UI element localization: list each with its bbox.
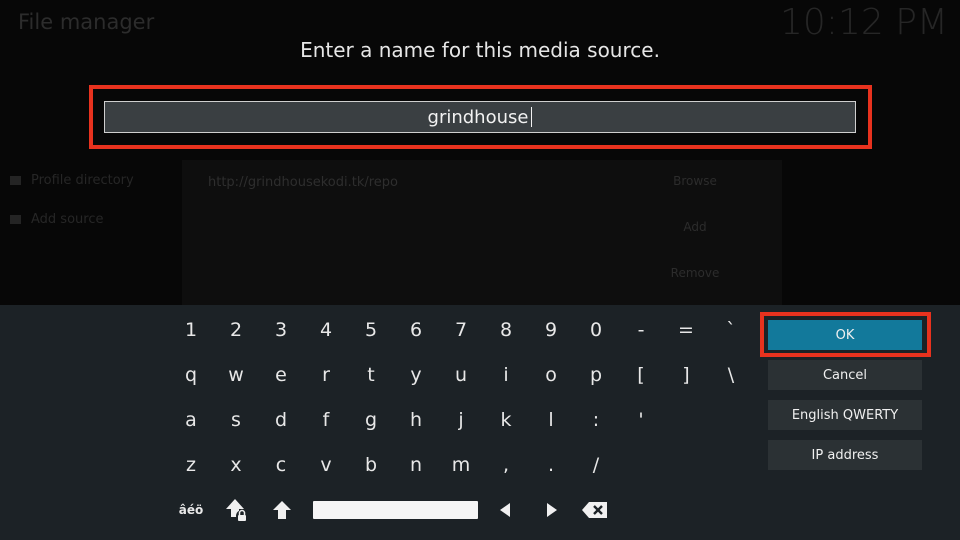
ip-address-button[interactable]: IP address [768, 440, 922, 470]
keyboard-key[interactable]: 4 [306, 310, 346, 350]
keyboard-key[interactable]: 8 [486, 310, 526, 350]
keyboard-key[interactable]: [ [621, 355, 661, 395]
keyboard-key[interactable]: t [351, 355, 391, 395]
shift-key[interactable] [262, 490, 302, 530]
keyboard-key[interactable]: \ [711, 355, 751, 395]
backspace-key[interactable] [575, 490, 615, 530]
keyboard-key[interactable]: 1 [171, 310, 211, 350]
keyboard-key[interactable]: r [306, 355, 346, 395]
keyboard-key[interactable]: 5 [351, 310, 391, 350]
keyboard-key[interactable]: y [396, 355, 436, 395]
background-clock: 10:12 PM [780, 2, 948, 43]
keyboard-key[interactable]: u [441, 355, 481, 395]
caps-lock-key[interactable] [217, 490, 257, 530]
triangle-right-icon [547, 503, 557, 517]
keyboard-key[interactable]: d [261, 400, 301, 440]
input-text: grindhouse [427, 106, 529, 128]
backspace-icon [582, 502, 607, 518]
background-window-title: File manager [18, 10, 155, 34]
symbols-label: âéö [178, 503, 204, 517]
keyboard-key[interactable]: 3 [261, 310, 301, 350]
keyboard-key[interactable]: a [171, 400, 211, 440]
folder-icon [10, 215, 21, 224]
cursor-left-key[interactable] [485, 490, 525, 530]
keyboard-key[interactable]: 0 [576, 310, 616, 350]
keyboard-key[interactable]: c [261, 445, 301, 485]
keyboard-key[interactable]: / [576, 445, 616, 485]
keyboard-key[interactable]: = [666, 310, 706, 350]
cancel-button[interactable]: Cancel [768, 360, 922, 390]
keyboard-key[interactable]: ] [666, 355, 706, 395]
keyboard-key[interactable]: j [441, 400, 481, 440]
keyboard-key[interactable]: p [576, 355, 616, 395]
keyboard-key[interactable]: f [306, 400, 346, 440]
text-caret [531, 107, 533, 127]
keyboard-key[interactable]: x [216, 445, 256, 485]
keyboard-key[interactable]: 6 [396, 310, 436, 350]
keyboard-key[interactable]: o [531, 355, 571, 395]
keyboard-key[interactable]: , [486, 445, 526, 485]
keyboard-key[interactable]: 9 [531, 310, 571, 350]
keyboard-key[interactable]: ' [621, 400, 661, 440]
keyboard-key[interactable]: q [171, 355, 211, 395]
space-bar-key[interactable] [313, 501, 478, 519]
background-sidebar-label: Profile directory [31, 173, 134, 188]
shift-arrow-icon [273, 501, 291, 519]
keyboard-key[interactable]: ` [711, 310, 751, 350]
background-source-url: http://grindhousekodi.tk/repo [208, 175, 399, 190]
symbols-key[interactable]: âéö [171, 490, 211, 530]
background-browse-button: Browse [673, 174, 717, 188]
kodi-screen: File manager 10:12 PM Profile directory … [0, 0, 960, 540]
dialog-heading: Enter a name for this media source. [300, 38, 660, 62]
background-sidebar-label: Add source [31, 212, 104, 227]
ok-highlight-box [760, 312, 931, 357]
keyboard-layout-button[interactable]: English QWERTY [768, 400, 922, 430]
keyboard-key[interactable]: . [531, 445, 571, 485]
background-sidebar-item-add-source: Add source [10, 212, 103, 227]
folder-icon [10, 176, 21, 185]
background-sidebar-item-profile: Profile directory [10, 173, 134, 188]
triangle-left-icon [500, 503, 510, 517]
media-source-name-input[interactable]: grindhouse [104, 101, 856, 133]
keyboard-key[interactable]: s [216, 400, 256, 440]
cursor-right-key[interactable] [532, 490, 572, 530]
keyboard-key[interactable]: - [621, 310, 661, 350]
keyboard-key[interactable]: e [261, 355, 301, 395]
keyboard-key[interactable]: k [486, 400, 526, 440]
background-add-button: Add [683, 220, 707, 234]
keyboard-key[interactable]: n [396, 445, 436, 485]
caps-lock-icon [226, 499, 248, 522]
keyboard-key[interactable]: m [441, 445, 481, 485]
keyboard-key[interactable]: z [171, 445, 211, 485]
keyboard-key[interactable]: l [531, 400, 571, 440]
keyboard-key[interactable]: v [306, 445, 346, 485]
keyboard-key[interactable]: 7 [441, 310, 481, 350]
keyboard-key[interactable]: w [216, 355, 256, 395]
keyboard-key[interactable]: : [576, 400, 616, 440]
keyboard-key[interactable]: h [396, 400, 436, 440]
background-remove-button: Remove [670, 266, 720, 280]
keyboard-key[interactable]: g [351, 400, 391, 440]
keyboard-key[interactable]: 2 [216, 310, 256, 350]
keyboard-key[interactable]: b [351, 445, 391, 485]
keyboard-key[interactable]: i [486, 355, 526, 395]
